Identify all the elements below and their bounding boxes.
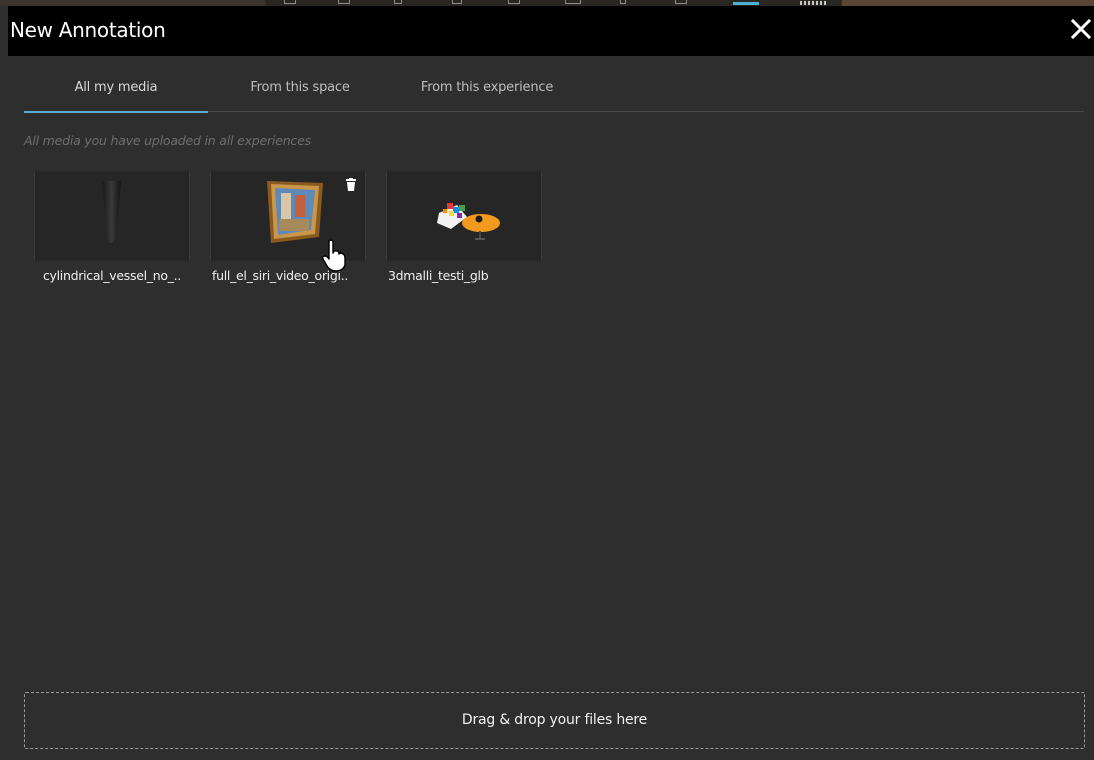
close-icon [1070,18,1092,40]
cylinder-model-thumbnail [102,181,121,243]
media-item[interactable]: 3dmalli_testi_glb [386,171,542,291]
media-source-tabs: All my media From this space From this e… [24,64,1084,113]
painting-model-thumbnail [267,181,323,243]
tab-all-my-media[interactable]: All my media [24,64,208,113]
colorful-model-thumbnail [437,203,500,240]
close-button[interactable] [1068,12,1094,46]
media-grid: cylindrical_vessel_no_.. full_el_siri_vi… [34,171,1034,301]
media-name: full_el_siri_video_origi.. [212,268,348,283]
tab-from-this-experience[interactable]: From this experience [392,64,582,112]
media-name: 3dmalli_testi_glb [388,268,489,283]
dialog-title: New Annotation [10,18,166,42]
new-annotation-dialog: New Annotation All my media From this sp… [8,6,1094,760]
delete-media-button[interactable] [345,177,357,191]
media-thumbnail [34,171,190,261]
file-dropzone[interactable]: Drag & drop your files here [24,692,1085,749]
media-thumbnail [210,171,366,261]
media-description: All media you have uploaded in all exper… [24,133,311,148]
media-thumbnail [386,171,542,261]
media-item[interactable]: full_el_siri_video_origi.. [210,171,366,291]
trash-icon [346,178,356,191]
media-name: cylindrical_vessel_no_.. [42,268,182,283]
dialog-header: New Annotation [8,6,1094,56]
tab-from-this-space[interactable]: From this space [208,64,392,112]
media-item[interactable]: cylindrical_vessel_no_.. [34,171,190,291]
